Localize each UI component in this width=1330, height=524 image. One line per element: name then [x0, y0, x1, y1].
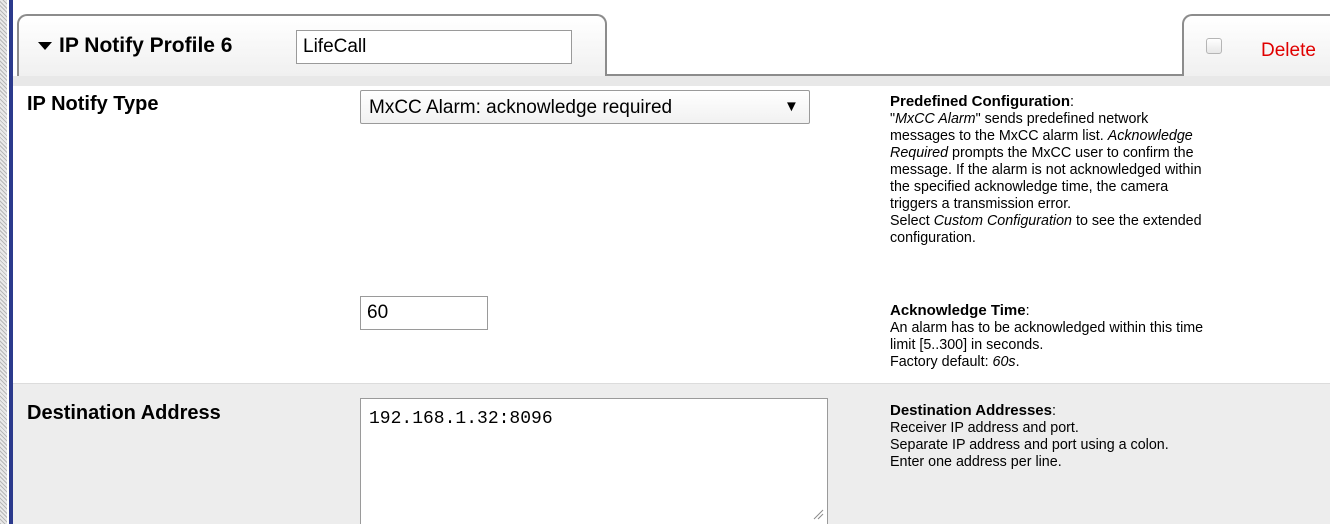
help-italic-text: 60s	[992, 354, 1016, 370]
help-title: Predefined Configuration	[890, 93, 1070, 110]
ip-notify-type-select[interactable]: MxCC Alarm: acknowledge required ▼	[360, 90, 810, 124]
header-divider	[607, 74, 1184, 76]
help-text: An alarm has to be acknowledged within t…	[890, 320, 1204, 336]
help-text: Enter one address per line.	[890, 454, 1062, 470]
help-text: triggers a transmission error.	[890, 196, 1072, 212]
profile-name-input[interactable]	[296, 30, 572, 64]
help-text: the specified acknowledge time, the came…	[890, 179, 1169, 195]
help-italic-text: MxCC Alarm	[895, 111, 976, 127]
ip-notify-profile-page: IP Notify Profile 6 Delete IP Notify Typ…	[0, 0, 1330, 524]
help-title: Acknowledge Time	[890, 302, 1026, 319]
delete-checkbox[interactable]	[1206, 38, 1222, 54]
help-text: sends predefined network	[980, 111, 1149, 127]
help-text: Separate IP address and port using a col…	[890, 437, 1169, 453]
left-border-pattern	[0, 0, 7, 524]
dropdown-arrow-icon: ▼	[784, 98, 799, 115]
help-text: Receiver IP address and port.	[890, 420, 1079, 436]
help-acknowledge-time: Acknowledge Time: An alarm has to be ack…	[890, 302, 1330, 371]
help-colon: :	[1025, 303, 1030, 319]
help-colon: :	[1052, 403, 1056, 419]
help-italic-text: Custom Configuration	[933, 213, 1072, 229]
delete-label[interactable]: Delete	[1261, 40, 1316, 62]
left-accent-bar-top	[9, 0, 13, 14]
ip-notify-type-label: IP Notify Type	[27, 93, 159, 115]
acknowledge-time-input[interactable]	[360, 296, 488, 330]
help-text: Select	[890, 213, 934, 229]
destination-address-textarea[interactable]: 192.168.1.32:8096	[360, 398, 828, 524]
help-text: .	[1015, 354, 1020, 370]
destination-address-label: Destination Address	[27, 402, 221, 424]
help-predefined-configuration: Predefined Configuration: "MxCC Alarm" s…	[890, 93, 1330, 247]
header-base	[13, 76, 1330, 86]
help-italic-text: Required	[890, 145, 949, 161]
help-text: messages to the MxCC alarm list.	[890, 128, 1108, 144]
ip-notify-type-selected-value: MxCC Alarm: acknowledge required	[369, 97, 673, 118]
help-text: to see the extended	[1072, 213, 1202, 229]
help-text: message. If the alarm is not acknowledge…	[890, 162, 1202, 178]
help-italic-text: Acknowledge	[1107, 128, 1193, 144]
help-colon: :	[1070, 94, 1074, 110]
help-text: configuration.	[890, 230, 976, 246]
help-text: limit [5..300] in seconds.	[890, 337, 1044, 353]
help-title: Destination Addresses	[890, 402, 1052, 419]
profile-title[interactable]: IP Notify Profile 6	[59, 34, 233, 58]
help-text: Factory default:	[890, 354, 993, 370]
help-destination-addresses: Destination Addresses: Receiver IP addre…	[890, 402, 1330, 471]
help-text: prompts the MxCC user to confirm the	[948, 145, 1194, 161]
collapse-arrow-icon[interactable]	[38, 42, 52, 50]
resize-grip-icon[interactable]	[810, 506, 824, 520]
